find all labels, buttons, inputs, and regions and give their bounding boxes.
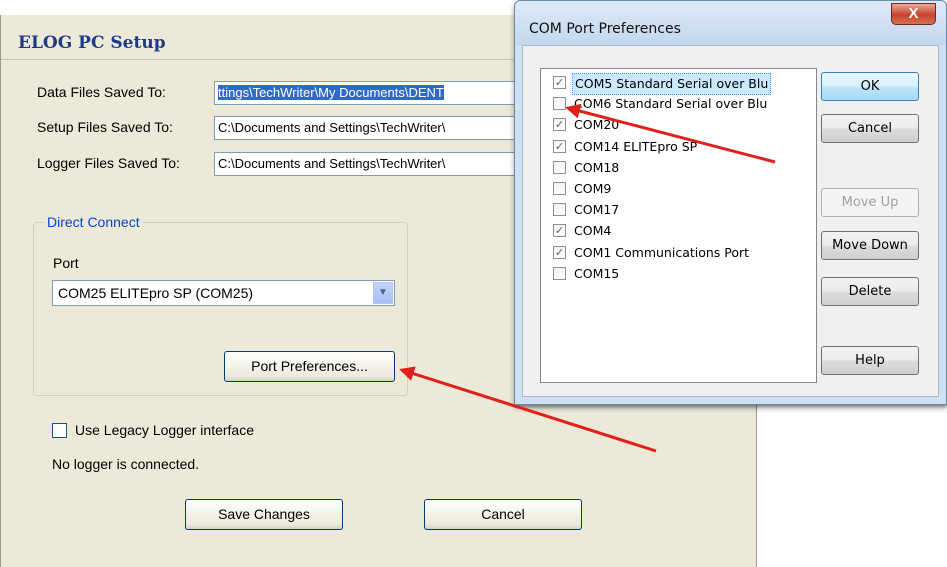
com-port-checkbox[interactable] <box>553 97 566 111</box>
port-select[interactable]: COM25 ELITEpro SP (COM25) ▼ <box>52 280 395 306</box>
com-port-item[interactable]: COM15 <box>544 264 806 284</box>
com-port-label: COM20 <box>574 117 620 133</box>
move-down-button[interactable]: Move Down <box>821 231 919 260</box>
dialog-shadow <box>514 405 947 409</box>
connection-status: No logger is connected. <box>52 456 200 472</box>
logger-files-path-input[interactable]: C:\Documents and Settings\TechWriter\ <box>214 152 544 176</box>
com-port-list[interactable]: ✓ COM5 Standard Serial over Blu COM6 Stand… <box>540 68 817 383</box>
port-preferences-button[interactable]: Port Preferences... <box>224 351 395 382</box>
com-port-checkbox[interactable]: ✓ <box>553 224 566 238</box>
legacy-logger-label: Use Legacy Logger interface <box>75 422 254 438</box>
com-port-checkbox[interactable]: ✓ <box>553 139 566 153</box>
help-button[interactable]: Help <box>821 346 919 375</box>
com-port-label: COM9 <box>574 181 612 196</box>
com-port-label: COM6 Standard Serial over Blu <box>574 96 768 112</box>
com-port-label: COM18 <box>574 159 620 175</box>
legacy-logger-checkbox[interactable] <box>52 423 67 438</box>
window-title: ELOG PC Setup <box>18 33 166 53</box>
ok-button[interactable]: OK <box>821 72 919 101</box>
com-port-checkbox[interactable]: ✓ <box>553 118 566 132</box>
dialog-titlebar: COM Port Preferences X <box>515 1 946 45</box>
com-port-label: COM5 Standard Serial over Blu <box>572 73 772 95</box>
com-port-label: COM15 <box>574 265 620 281</box>
com-port-checkbox[interactable] <box>553 182 566 195</box>
data-files-label: Data Files Saved To: <box>37 84 166 100</box>
cancel-button[interactable]: Cancel <box>424 499 582 530</box>
com-port-item[interactable]: COM18 <box>544 158 806 178</box>
com-port-label: COM4 <box>574 223 612 239</box>
dialog-title: COM Port Preferences <box>529 21 681 37</box>
logger-files-label: Logger Files Saved To: <box>37 155 180 171</box>
com-port-item[interactable]: ✓ COM20 <box>544 115 806 135</box>
port-label: Port <box>53 255 79 271</box>
com-port-item[interactable]: COM17 <box>544 200 806 220</box>
chevron-down-icon[interactable]: ▼ <box>373 282 393 304</box>
move-up-button: Move Up <box>821 188 919 217</box>
com-port-item[interactable]: ✓ COM5 Standard Serial over Blu <box>544 73 806 95</box>
setup-files-label: Setup Files Saved To: <box>37 119 173 135</box>
delete-button[interactable]: Delete <box>821 277 919 306</box>
close-icon[interactable]: X <box>891 3 936 25</box>
com-port-checkbox[interactable] <box>553 266 566 280</box>
direct-connect-legend: Direct Connect <box>44 214 143 230</box>
dialog-cancel-button[interactable]: Cancel <box>821 114 919 143</box>
com-port-checkbox[interactable] <box>553 160 566 174</box>
com-port-item[interactable]: ✓ COM1 Communications Port <box>544 243 806 263</box>
data-files-path-input[interactable]: ttings\TechWriter\My Documents\DENT <box>214 81 544 105</box>
com-port-item[interactable]: ✓ COM4 <box>544 221 806 241</box>
com-port-item[interactable]: COM6 Standard Serial over Blu <box>544 94 806 114</box>
com-port-label: COM14 ELITEpro SP <box>574 138 698 154</box>
save-changes-button[interactable]: Save Changes <box>185 499 343 530</box>
port-select-value: COM25 ELITEpro SP (COM25) <box>58 285 254 301</box>
com-port-checkbox[interactable]: ✓ <box>553 245 566 259</box>
com-port-item[interactable]: COM9 <box>544 179 806 199</box>
com-port-checkbox[interactable]: ✓ <box>553 76 566 89</box>
com-port-label: COM1 Communications Port <box>574 244 750 260</box>
setup-files-path-input[interactable]: C:\Documents and Settings\TechWriter\ <box>214 116 544 140</box>
com-port-label: COM17 <box>574 202 620 218</box>
com-port-checkbox[interactable] <box>553 203 566 217</box>
com-port-item[interactable]: ✓ COM14 ELITEpro SP <box>544 137 806 157</box>
